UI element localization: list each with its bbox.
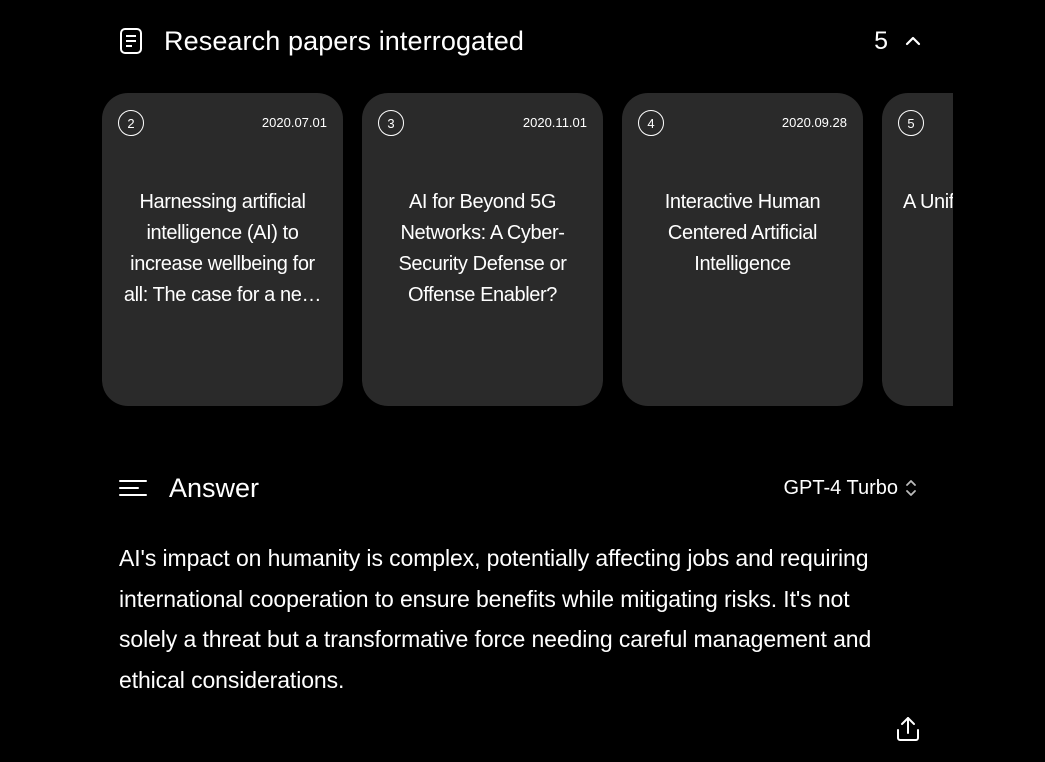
paper-date: 2020.11.01 bbox=[522, 115, 587, 130]
paper-number: 4 bbox=[638, 110, 664, 136]
papers-count-group: 5 bbox=[874, 27, 924, 56]
model-select[interactable]: GPT-4 Turbo bbox=[784, 477, 919, 500]
paper-title: AI for Beyond 5G Networks: A Cyber-Secur… bbox=[398, 191, 567, 306]
share-icon bbox=[895, 715, 921, 748]
paper-card[interactable]: 5 A Unified Framework of Five bbox=[882, 93, 953, 406]
page: Research papers interrogated 5 2 2020.07… bbox=[0, 0, 1045, 762]
papers-track: 2 2020.07.01 Harnessing artificial intel… bbox=[102, 93, 953, 406]
paper-date: 2020.09.28 bbox=[781, 115, 847, 130]
paper-title: Harnessing artificial intelligence (AI) … bbox=[123, 191, 322, 306]
up-down-chevron-icon bbox=[904, 477, 918, 499]
papers-title: Research papers interrogated bbox=[164, 25, 525, 56]
paper-date: 2020.07.01 bbox=[261, 115, 327, 130]
papers-count: 5 bbox=[874, 26, 888, 55]
paper-title: Interactive Human Centered Artificial In… bbox=[664, 191, 821, 275]
paper-card[interactable]: 2 2020.07.01 Harnessing artificial intel… bbox=[102, 93, 343, 406]
answer-text: AI's impact on humanity is complex, pote… bbox=[119, 545, 872, 693]
chevron-up-icon[interactable] bbox=[902, 30, 924, 52]
model-label: GPT-4 Turbo bbox=[783, 476, 899, 499]
paper-title: A Unified Framework of Five bbox=[902, 191, 953, 213]
paper-number: 3 bbox=[378, 110, 404, 136]
papers-carousel[interactable]: 2 2020.07.01 Harnessing artificial intel… bbox=[102, 93, 953, 406]
paper-number: 2 bbox=[118, 110, 144, 136]
paper-number: 5 bbox=[898, 110, 924, 136]
answer-header: Answer GPT-4 Turbo bbox=[118, 470, 918, 506]
paper-card[interactable]: 3 2020.11.01 AI for Beyond 5G Networks: … bbox=[362, 93, 603, 406]
papers-header: Research papers interrogated 5 bbox=[118, 22, 924, 60]
lines-icon bbox=[118, 477, 148, 499]
paper-card[interactable]: 4 2020.09.28 Interactive Human Centered … bbox=[622, 93, 863, 406]
share-button[interactable] bbox=[894, 716, 922, 746]
answer-title: Answer bbox=[169, 472, 260, 503]
document-icon bbox=[118, 27, 144, 55]
